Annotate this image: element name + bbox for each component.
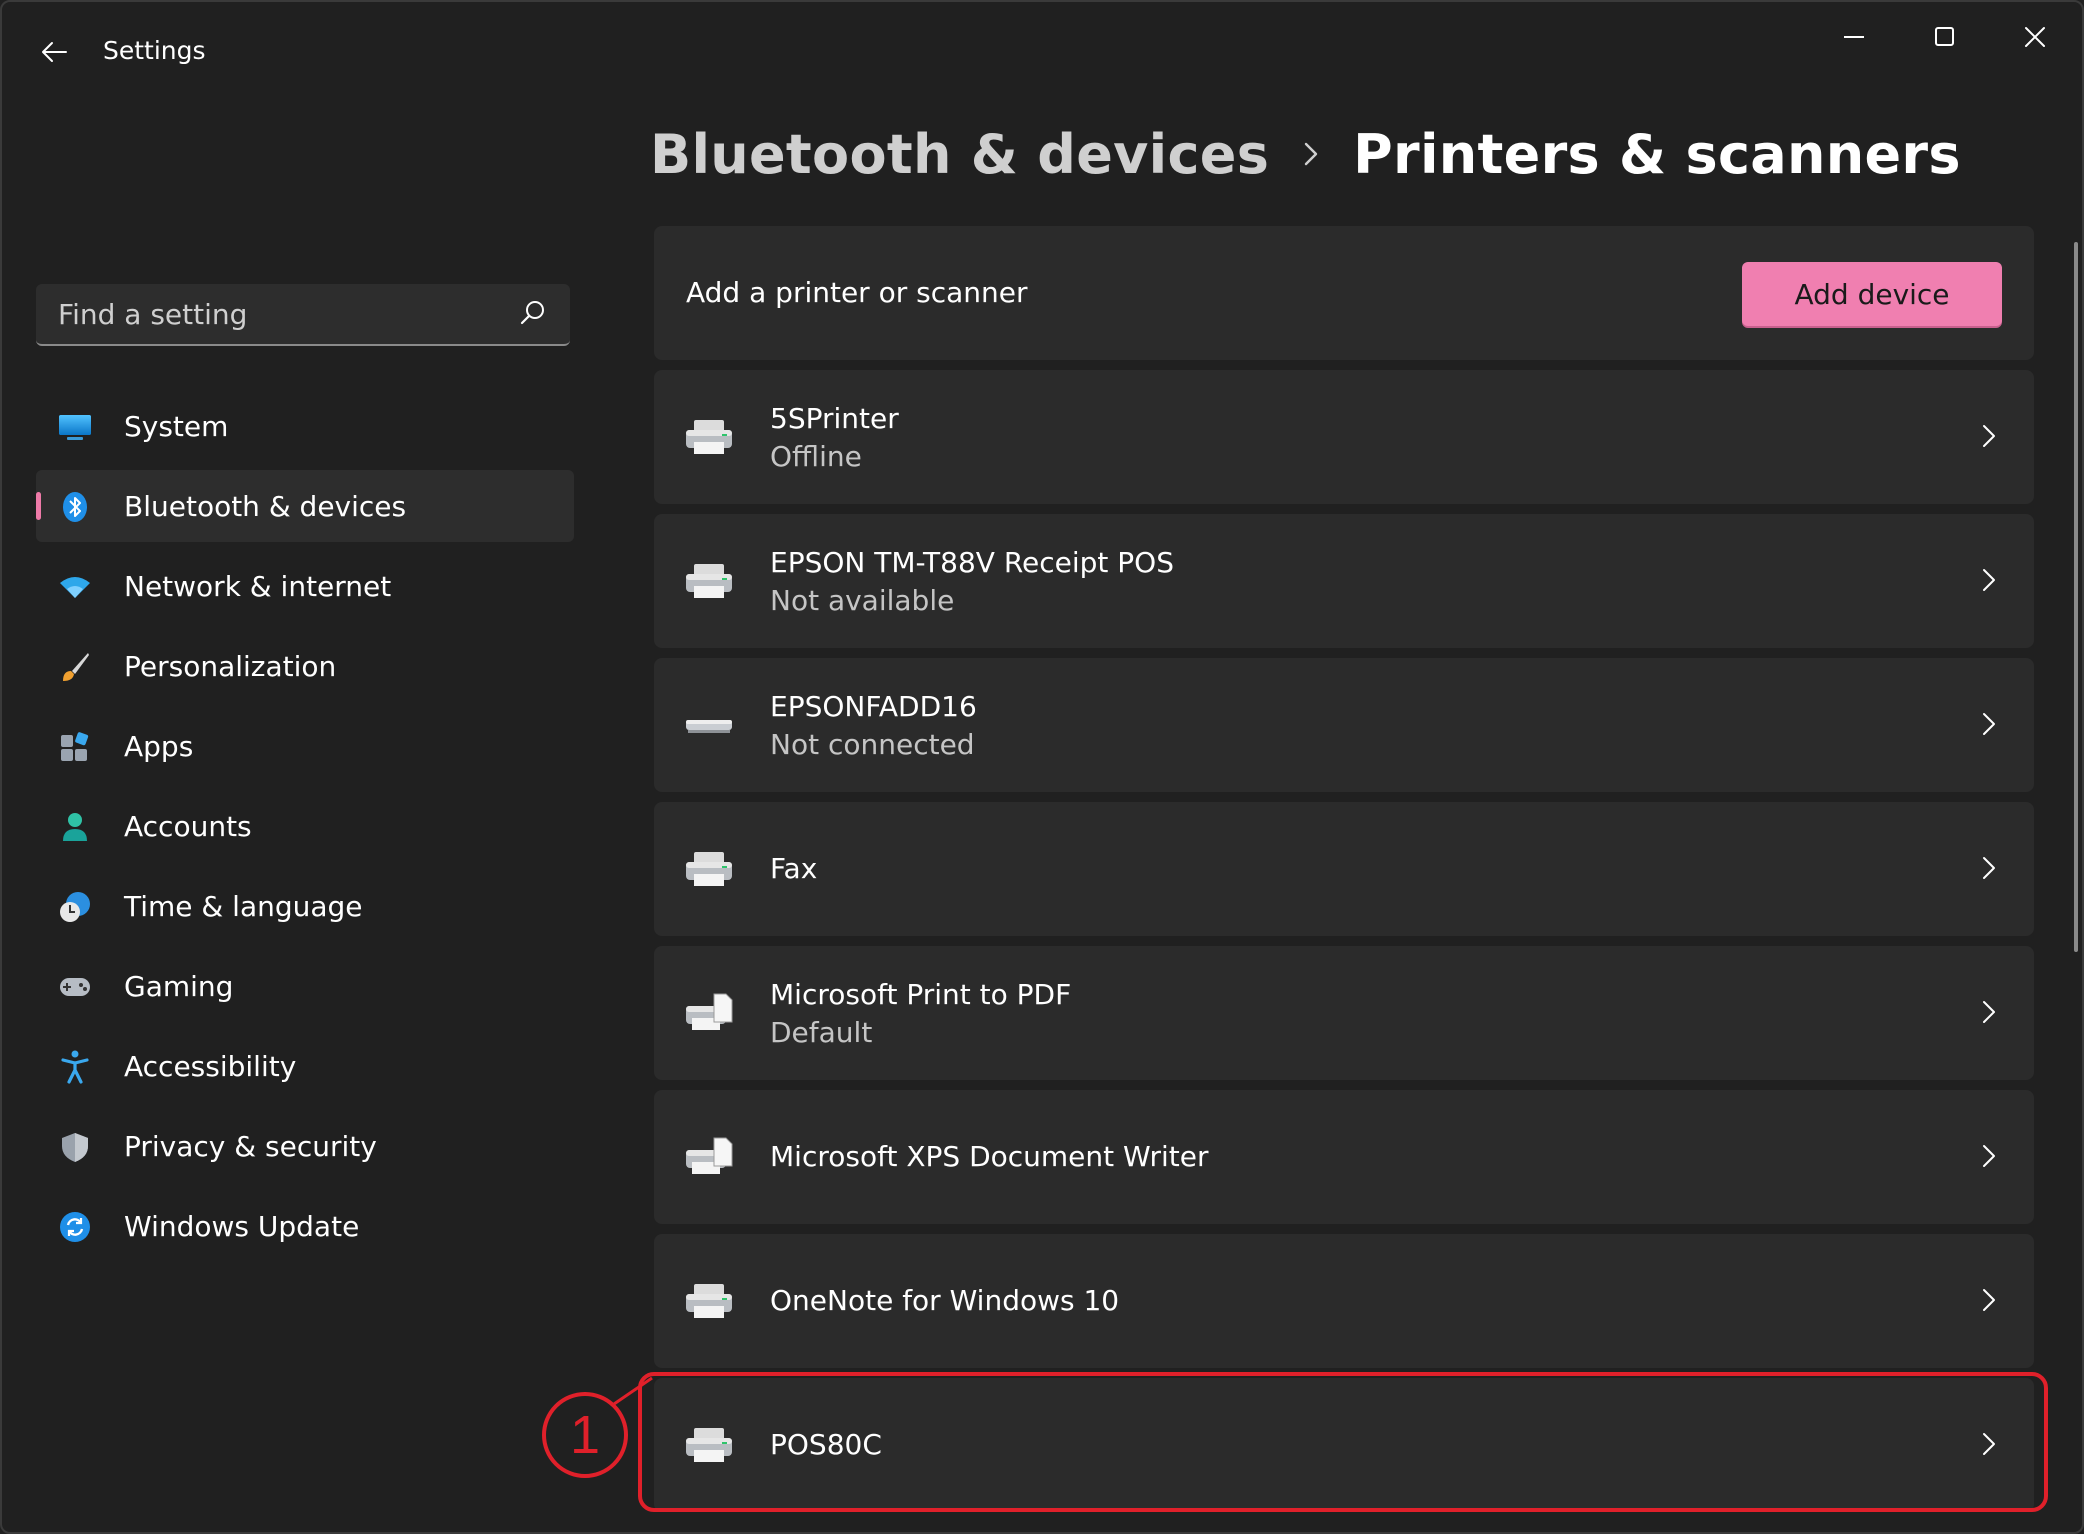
close-icon — [2025, 27, 2045, 47]
monitor-icon — [58, 410, 92, 444]
wifi-icon — [58, 570, 92, 604]
device-row[interactable]: Microsoft Print to PDF Default — [654, 946, 2034, 1080]
person-icon — [58, 810, 92, 844]
sidebar-item-label: Privacy & security — [124, 1129, 377, 1163]
sidebar-item-network[interactable]: Network & internet — [36, 550, 574, 622]
sidebar-item-accessibility[interactable]: Accessibility — [36, 1030, 574, 1102]
chevron-right-icon — [1983, 425, 1995, 447]
sidebar-item-privacy-security[interactable]: Privacy & security — [36, 1110, 574, 1182]
sidebar-item-windows-update[interactable]: Windows Update — [36, 1190, 574, 1262]
brush-icon — [58, 650, 92, 684]
chevron-right-icon — [1983, 569, 1995, 591]
printer-icon — [686, 852, 732, 886]
page-title: Printers & scanners — [1353, 122, 1961, 186]
sidebar-item-apps[interactable]: Apps — [36, 710, 574, 782]
sidebar-item-label: Apps — [124, 729, 194, 763]
device-name: Fax — [770, 852, 818, 885]
sidebar-item-label: Bluetooth & devices — [124, 489, 407, 523]
title-bar: Settings — [2, 2, 2082, 102]
maximize-button[interactable] — [1900, 8, 1990, 66]
printer-icon — [686, 1284, 732, 1318]
sidebar-item-label: Network & internet — [124, 569, 392, 603]
sidebar-item-time-language[interactable]: Time & language — [36, 870, 574, 942]
chevron-right-icon — [1983, 713, 1995, 735]
sidebar-item-label: Accessibility — [124, 1049, 297, 1083]
back-button[interactable] — [30, 30, 78, 74]
sidebar-item-label: Windows Update — [124, 1209, 360, 1243]
device-row[interactable]: EPSONFADD16 Not connected — [654, 658, 2034, 792]
device-name: EPSONFADD16 — [770, 690, 977, 723]
device-name: OneNote for Windows 10 — [770, 1284, 1120, 1317]
scanner-icon — [686, 720, 732, 733]
device-status: Offline — [770, 440, 862, 473]
maximize-icon — [1935, 27, 1954, 46]
sidebar-item-label: Gaming — [124, 969, 234, 1003]
device-status: Not available — [770, 584, 955, 617]
search-icon[interactable] — [518, 298, 548, 328]
add-printer-card: Add a printer or scanner Add device — [654, 226, 2034, 360]
refresh-icon — [58, 1210, 92, 1244]
apps-icon — [58, 730, 92, 764]
search-box[interactable] — [36, 284, 570, 346]
add-printer-label: Add a printer or scanner — [686, 276, 1028, 309]
back-arrow-icon — [42, 42, 67, 62]
scrollbar[interactable] — [2074, 242, 2078, 952]
device-row[interactable]: OneNote for Windows 10 — [654, 1234, 2034, 1368]
device-row[interactable]: Fax — [654, 802, 2034, 936]
sidebar-item-label: Personalization — [124, 649, 337, 683]
device-status: Not connected — [770, 728, 975, 761]
active-indicator — [36, 492, 41, 520]
chevron-right-icon — [1983, 857, 1995, 879]
sidebar-item-gaming[interactable]: Gaming — [36, 950, 574, 1022]
breadcrumb: Bluetooth & devices Printers & scanners — [650, 114, 1961, 194]
search-input[interactable] — [36, 284, 540, 344]
annotation-step-badge: 1 — [542, 1392, 628, 1478]
device-status: Default — [770, 1016, 873, 1049]
close-button[interactable] — [1990, 8, 2080, 66]
breadcrumb-parent-link[interactable]: Bluetooth & devices — [650, 123, 1269, 186]
chevron-right-icon — [1983, 1001, 1995, 1023]
chevron-right-icon — [1303, 140, 1319, 168]
sidebar-nav: System Bluetooth & devices Network & int… — [36, 390, 574, 1270]
pdf-printer-icon — [686, 1137, 733, 1174]
device-name: Microsoft XPS Document Writer — [770, 1140, 1209, 1173]
bluetooth-icon — [58, 490, 92, 524]
annotation-highlight-box — [638, 1372, 2048, 1512]
accessibility-icon — [58, 1050, 92, 1084]
settings-window: Settings System Blu — [0, 0, 2084, 1534]
printer-icon — [686, 564, 732, 598]
device-row[interactable]: Microsoft XPS Document Writer — [654, 1090, 2034, 1224]
device-row[interactable]: EPSON TM-T88V Receipt POS Not available — [654, 514, 2034, 648]
sidebar-item-label: Time & language — [124, 889, 363, 923]
sidebar-item-system[interactable]: System — [36, 390, 574, 462]
pdf-printer-icon — [686, 993, 733, 1030]
minimize-icon — [1844, 36, 1864, 38]
chevron-right-icon — [1983, 1289, 1995, 1311]
device-row[interactable]: 5SPrinter Offline — [654, 370, 2034, 504]
device-name: EPSON TM-T88V Receipt POS — [770, 546, 1174, 579]
clock-globe-icon — [58, 890, 92, 924]
sidebar-item-label: System — [124, 409, 229, 443]
chevron-right-icon — [1983, 1145, 1995, 1167]
app-title: Settings — [103, 36, 206, 65]
gamepad-icon — [58, 970, 92, 1004]
printer-icon — [686, 420, 732, 454]
minimize-button[interactable] — [1810, 8, 1900, 66]
device-name: 5SPrinter — [770, 402, 899, 435]
add-device-button[interactable]: Add device — [1742, 262, 2002, 326]
sidebar-item-label: Accounts — [124, 809, 252, 843]
sidebar-item-bluetooth-devices[interactable]: Bluetooth & devices — [36, 470, 574, 542]
shield-icon — [58, 1130, 92, 1164]
sidebar-item-personalization[interactable]: Personalization — [36, 630, 574, 702]
device-name: Microsoft Print to PDF — [770, 978, 1072, 1011]
sidebar-item-accounts[interactable]: Accounts — [36, 790, 574, 862]
